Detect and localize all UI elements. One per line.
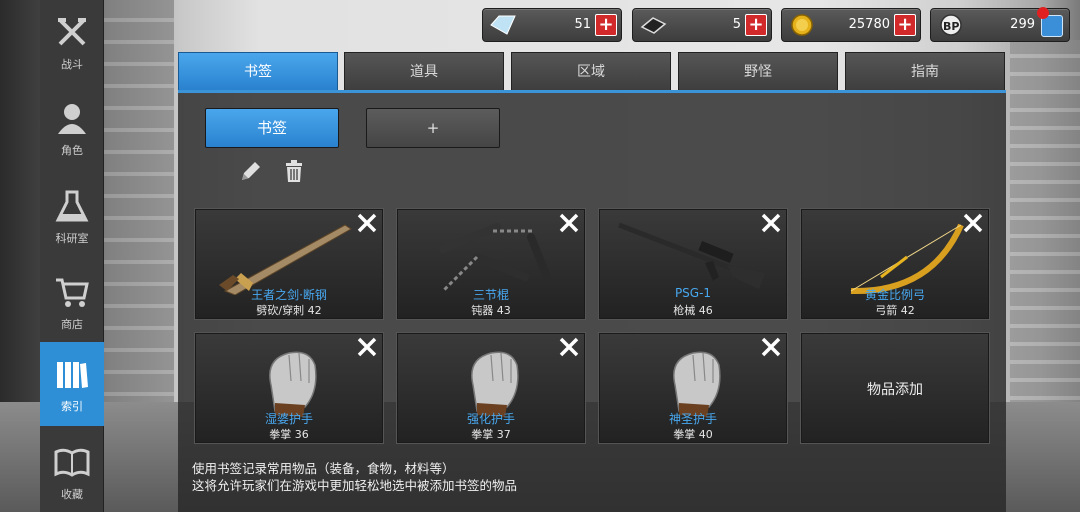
sidebar-item-label: 商店 — [61, 318, 83, 331]
books-icon — [52, 354, 92, 394]
gauntlet-icon — [471, 351, 519, 417]
remove-bookmark-icon[interactable] — [355, 335, 379, 359]
item-type: 枪械 46 — [673, 304, 713, 317]
hint-line-2: 这将允许玩家们在游戏中更加轻松地选中被添加书签的物品 — [192, 478, 518, 493]
sidebar-item-shop[interactable]: 商店 — [40, 262, 104, 342]
diamond-icon — [490, 15, 516, 35]
item-card[interactable]: 强化护手 拳掌 37 — [396, 332, 586, 444]
remove-bookmark-icon[interactable] — [961, 211, 985, 235]
crossed-weapons-icon — [52, 12, 92, 52]
pencil-icon[interactable] — [238, 158, 264, 184]
bookmark-group-button[interactable]: 书签 — [205, 108, 339, 148]
item-type: 拳掌 37 — [471, 428, 511, 441]
sidebar-item-label: 战斗 — [61, 58, 83, 71]
currency-value: 25780 — [848, 17, 890, 32]
item-card[interactable]: 湿婆护手 拳掌 36 — [194, 332, 384, 444]
item-card[interactable]: 神圣护手 拳掌 40 — [598, 332, 788, 444]
item-type: 弓箭 42 — [875, 304, 915, 317]
ticket-icon — [640, 17, 667, 34]
bp-icon: BP — [940, 14, 962, 36]
add-item-slot[interactable]: 物品添加 — [800, 332, 990, 444]
item-type: 拳掌 40 — [673, 428, 713, 441]
cart-icon — [52, 272, 92, 312]
notification-dot — [1037, 7, 1049, 19]
add-item-label: 物品添加 — [867, 382, 923, 398]
currency-bp[interactable]: BP 299 — [930, 7, 1070, 42]
sniper-rifle-icon — [618, 222, 765, 289]
sword-icon — [219, 224, 352, 295]
sidebar-item-character[interactable]: 角色 — [40, 88, 104, 168]
sidebar-item-label: 索引 — [61, 400, 83, 413]
remove-bookmark-icon[interactable] — [557, 335, 581, 359]
item-name: PSG-1 — [674, 286, 712, 300]
sidebar-item-battle[interactable]: 战斗 — [40, 2, 104, 82]
nunchaku-icon — [439, 223, 551, 293]
currency-value: 51 — [574, 17, 591, 32]
tab-items[interactable]: 道具 — [344, 52, 504, 90]
remove-bookmark-icon[interactable] — [557, 211, 581, 235]
item-name: 湿婆护手 — [264, 412, 313, 426]
flask-icon — [52, 186, 92, 226]
item-name: 神圣护手 — [668, 412, 717, 426]
item-type: 劈砍/穿刺 42 — [256, 304, 322, 317]
left-sidebar: 战斗 角色 科研室 商店 索引 收藏 — [40, 0, 104, 512]
item-name: 三节棍 — [472, 288, 509, 302]
add-bookmark-group-button[interactable]: + — [366, 108, 500, 148]
item-name: 强化护手 — [466, 412, 515, 426]
sidebar-item-label: 角色 — [61, 144, 83, 157]
category-tabs: 书签 道具 区域 野怪 指南 — [178, 52, 1006, 90]
svg-text:BP: BP — [943, 20, 959, 33]
open-book-icon — [52, 442, 92, 482]
item-card[interactable]: 王者之剑·断钢 劈砍/穿刺 42 — [194, 208, 384, 320]
gauntlet-icon — [673, 351, 721, 417]
item-name: 黄金比例弓 — [864, 288, 925, 302]
sidebar-item-label: 科研室 — [55, 232, 89, 245]
currency-value: 299 — [1010, 17, 1035, 32]
item-card[interactable]: 黄金比例弓 弓箭 42 — [800, 208, 990, 320]
item-name: 王者之剑·断钢 — [251, 288, 327, 302]
sidebar-item-collection[interactable]: 收藏 — [40, 432, 104, 512]
currency-value: 5 — [732, 17, 741, 32]
item-card[interactable]: 三节棍 钝器 43 — [396, 208, 586, 320]
sidebar-item-index[interactable]: 索引 — [40, 342, 104, 426]
add-diamond-button[interactable]: + — [595, 14, 617, 36]
currency-diamond: 51 + — [482, 8, 622, 42]
gold-coin-icon — [791, 14, 813, 36]
gauntlet-icon — [269, 351, 317, 417]
item-type: 拳掌 36 — [269, 428, 309, 441]
remove-bookmark-icon[interactable] — [759, 211, 783, 235]
currency-ticket: 5 + — [632, 8, 772, 42]
tab-bookmarks[interactable]: 书签 — [178, 52, 338, 90]
currency-gold: 25780 + — [781, 8, 921, 42]
tab-guide[interactable]: 指南 — [845, 52, 1005, 90]
sidebar-item-label: 收藏 — [61, 488, 83, 501]
sidebar-item-lab[interactable]: 科研室 — [40, 176, 104, 256]
tab-monsters[interactable]: 野怪 — [678, 52, 838, 90]
item-card[interactable]: PSG-1 枪械 46 — [598, 208, 788, 320]
golden-bow-icon — [850, 223, 964, 295]
remove-bookmark-icon[interactable] — [759, 335, 783, 359]
add-gold-button[interactable]: + — [894, 14, 916, 36]
add-ticket-button[interactable]: + — [745, 14, 767, 36]
remove-bookmark-icon[interactable] — [355, 211, 379, 235]
character-icon — [52, 98, 92, 138]
item-type: 钝器 43 — [471, 304, 511, 317]
tab-areas[interactable]: 区域 — [511, 52, 671, 90]
trash-icon[interactable] — [281, 158, 307, 184]
